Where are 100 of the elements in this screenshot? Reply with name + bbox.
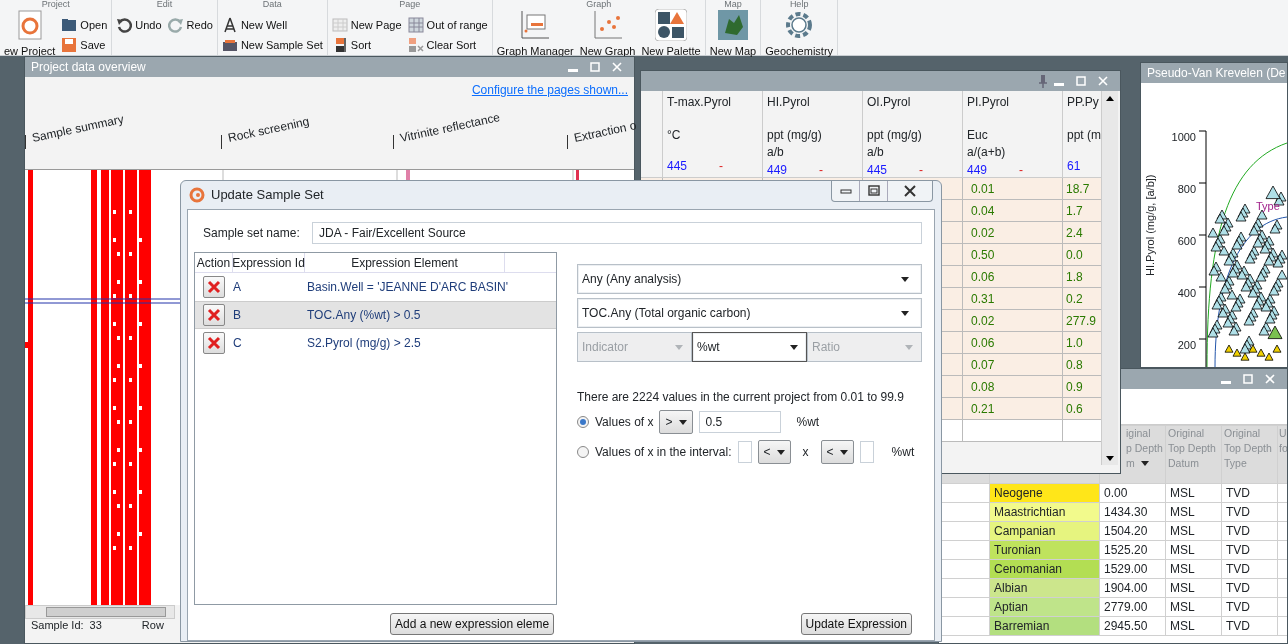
table-cell: TVD xyxy=(1221,483,1278,503)
value-field[interactable]: 0.5 xyxy=(698,411,781,433)
ribbon-button[interactable]: New Palette xyxy=(641,9,701,60)
table-cell: 18.7 xyxy=(1063,178,1101,199)
tick-label: 1000 xyxy=(1171,130,1196,145)
ribbon-button[interactable]: Out of range xyxy=(407,17,488,33)
maximize-icon xyxy=(590,62,600,72)
ribbon-button[interactable]: Save xyxy=(61,37,108,53)
range-marker: - xyxy=(719,158,724,175)
grid-icon xyxy=(407,17,424,33)
table-cell: 0.6 xyxy=(1063,398,1101,419)
table-cell: 1504.20 xyxy=(1099,521,1166,541)
operator-dropdown[interactable]: < xyxy=(820,440,854,464)
page-tab[interactable]: Extraction o xyxy=(572,116,638,147)
value-field[interactable] xyxy=(859,441,874,463)
table-cell: 0.31 xyxy=(963,288,1063,309)
option-label: Values of x in the interval: xyxy=(595,444,732,461)
unit-label: °C xyxy=(667,127,682,144)
range-marker: - xyxy=(919,162,924,179)
minimize-icon xyxy=(568,69,578,72)
scatter-plot-icon xyxy=(591,9,624,41)
group-label: Help xyxy=(789,0,809,9)
table-cell: MSL xyxy=(1165,502,1222,522)
ribbon-button[interactable]: New Page xyxy=(331,17,402,33)
list-row[interactable]: C S2.Pyrol (mg/g) > 2.5 xyxy=(195,329,556,357)
redo-arrow-icon xyxy=(167,17,184,33)
status-text: 33 xyxy=(89,619,102,632)
vertical-scrollbar[interactable] xyxy=(1101,91,1118,465)
ribbon-button[interactable]: ew Project xyxy=(4,9,56,60)
delete-icon xyxy=(207,336,221,350)
table-cell: 0.9 xyxy=(1063,376,1101,397)
horizontal-scrollbar[interactable] xyxy=(25,605,175,619)
radio-button[interactable] xyxy=(577,416,589,428)
table-icon xyxy=(331,17,348,33)
annotation-text: Type xyxy=(1256,199,1280,214)
table-cell: MSL xyxy=(1165,483,1222,503)
group-label: Page xyxy=(399,0,421,9)
scrollbar-thumb[interactable] xyxy=(46,607,166,617)
column-header[interactable]: Expression Id xyxy=(233,253,305,272)
pin-icon[interactable] xyxy=(1038,74,1048,88)
range-value: 445 xyxy=(667,158,688,175)
undo-arrow-icon xyxy=(116,17,133,33)
option-label: Values of x xyxy=(595,414,654,431)
column-header[interactable]: OI.Pyrol xyxy=(867,93,958,111)
tick-label: 600 xyxy=(1177,234,1196,249)
page-tab[interactable]: Vitrinite reflectance xyxy=(398,108,502,147)
window-title: Project data overview xyxy=(31,59,147,76)
dropdown[interactable]: %wt xyxy=(692,332,807,362)
delete-button[interactable] xyxy=(203,304,225,326)
ribbon-button[interactable]: New Map xyxy=(709,9,757,60)
dropdown[interactable]: TOC.Any (Total organic carbon) xyxy=(577,298,922,328)
ribbon-button[interactable]: Open xyxy=(61,17,108,33)
column-header[interactable]: HI.Pyrol xyxy=(767,93,858,111)
list-row[interactable]: A Basin.Well = 'JEANNE D'ARC BASIN' xyxy=(195,273,556,301)
minimize-icon xyxy=(1054,83,1064,86)
ribbon-button[interactable]: Geochemistry xyxy=(765,9,834,60)
delete-icon xyxy=(207,280,221,294)
table-cell: 277.9 xyxy=(1063,310,1101,331)
group-label: Edit xyxy=(156,0,173,9)
update-expression-button[interactable]: Update Expression xyxy=(800,613,912,635)
maximize-icon xyxy=(866,184,881,198)
group-label: Project xyxy=(41,0,70,9)
column-header[interactable]: T-max.Pyrol xyxy=(667,93,758,111)
ribbon-button[interactable]: New Well xyxy=(221,17,323,33)
column-header[interactable]: PP.Py xyxy=(1067,93,1097,111)
table-cell: 0.8 xyxy=(1063,354,1101,375)
operator-dropdown[interactable]: < xyxy=(757,440,791,464)
column-header[interactable]: Expression Element xyxy=(305,253,505,272)
list-row[interactable]: B TOC.Any (%wt) > 0.5 xyxy=(195,301,556,329)
table-cell: 0.2 xyxy=(1063,288,1101,309)
radio-button[interactable] xyxy=(577,446,589,458)
sort-caret-icon[interactable] xyxy=(1140,461,1149,466)
column-header[interactable]: Action xyxy=(195,253,233,272)
value-field[interactable] xyxy=(737,441,752,463)
page-tab[interactable]: Rock screening xyxy=(226,112,311,147)
unit-label: a/b xyxy=(767,144,785,161)
ribbon-button[interactable]: Redo xyxy=(167,17,213,33)
ribbon-button[interactable]: New Graph xyxy=(579,9,636,60)
table-cell: 2779.00 xyxy=(1099,597,1166,617)
table-cell: 0.21 xyxy=(963,398,1063,419)
delete-icon xyxy=(207,308,221,322)
delete-button[interactable] xyxy=(203,332,225,354)
name-field[interactable]: JDA - Fair/Excellent Source xyxy=(312,222,922,244)
ribbon-button[interactable]: Undo xyxy=(116,17,162,33)
dropdown[interactable]: Any (Any analysis) xyxy=(577,264,922,294)
ribbon-button[interactable]: Clear Sort xyxy=(407,37,488,53)
delete-button[interactable] xyxy=(203,276,225,298)
table-cell: 2.4 xyxy=(1063,222,1101,243)
operator-dropdown[interactable]: > xyxy=(659,410,693,434)
table-cell: 1525.20 xyxy=(1099,540,1166,560)
table-cell: MSL xyxy=(1165,578,1222,598)
ribbon-button[interactable]: Graph Manager xyxy=(496,9,574,60)
page-tab[interactable]: Sample summary xyxy=(30,110,126,147)
configure-link[interactable]: Configure the pages shown... xyxy=(471,81,628,99)
table-cell: 0.04 xyxy=(963,200,1063,221)
add-expression-button[interactable]: Add a new expression eleme xyxy=(390,613,555,635)
ribbon-button[interactable]: New Sample Set xyxy=(221,37,323,53)
table-cell: 2945.50 xyxy=(1099,616,1166,636)
ribbon-button[interactable]: Sort xyxy=(331,37,402,53)
column-header[interactable]: PI.Pyrol xyxy=(967,93,1058,111)
